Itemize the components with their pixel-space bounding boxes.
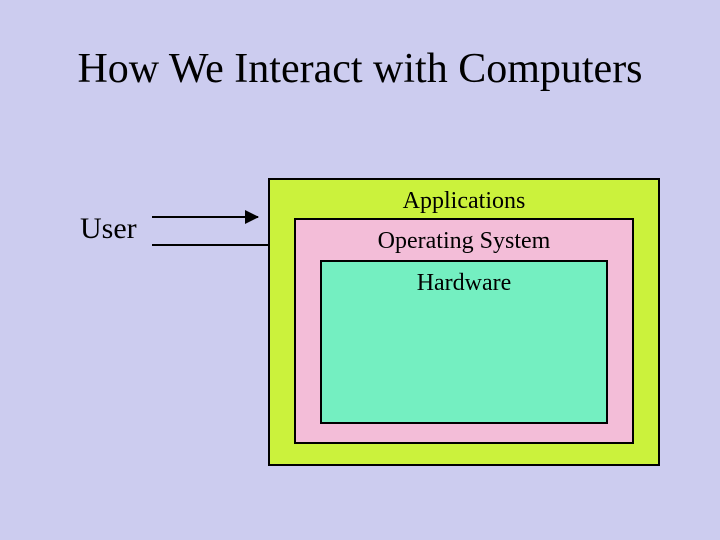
applications-label: Applications <box>268 188 660 215</box>
arrow-to-operating-system <box>152 244 284 246</box>
arrow-to-applications <box>152 216 258 218</box>
operating-system-label: Operating System <box>294 228 634 255</box>
user-label: User <box>80 212 137 246</box>
slide-title: How We Interact with Computers <box>0 45 720 93</box>
hardware-label: Hardware <box>320 270 608 297</box>
